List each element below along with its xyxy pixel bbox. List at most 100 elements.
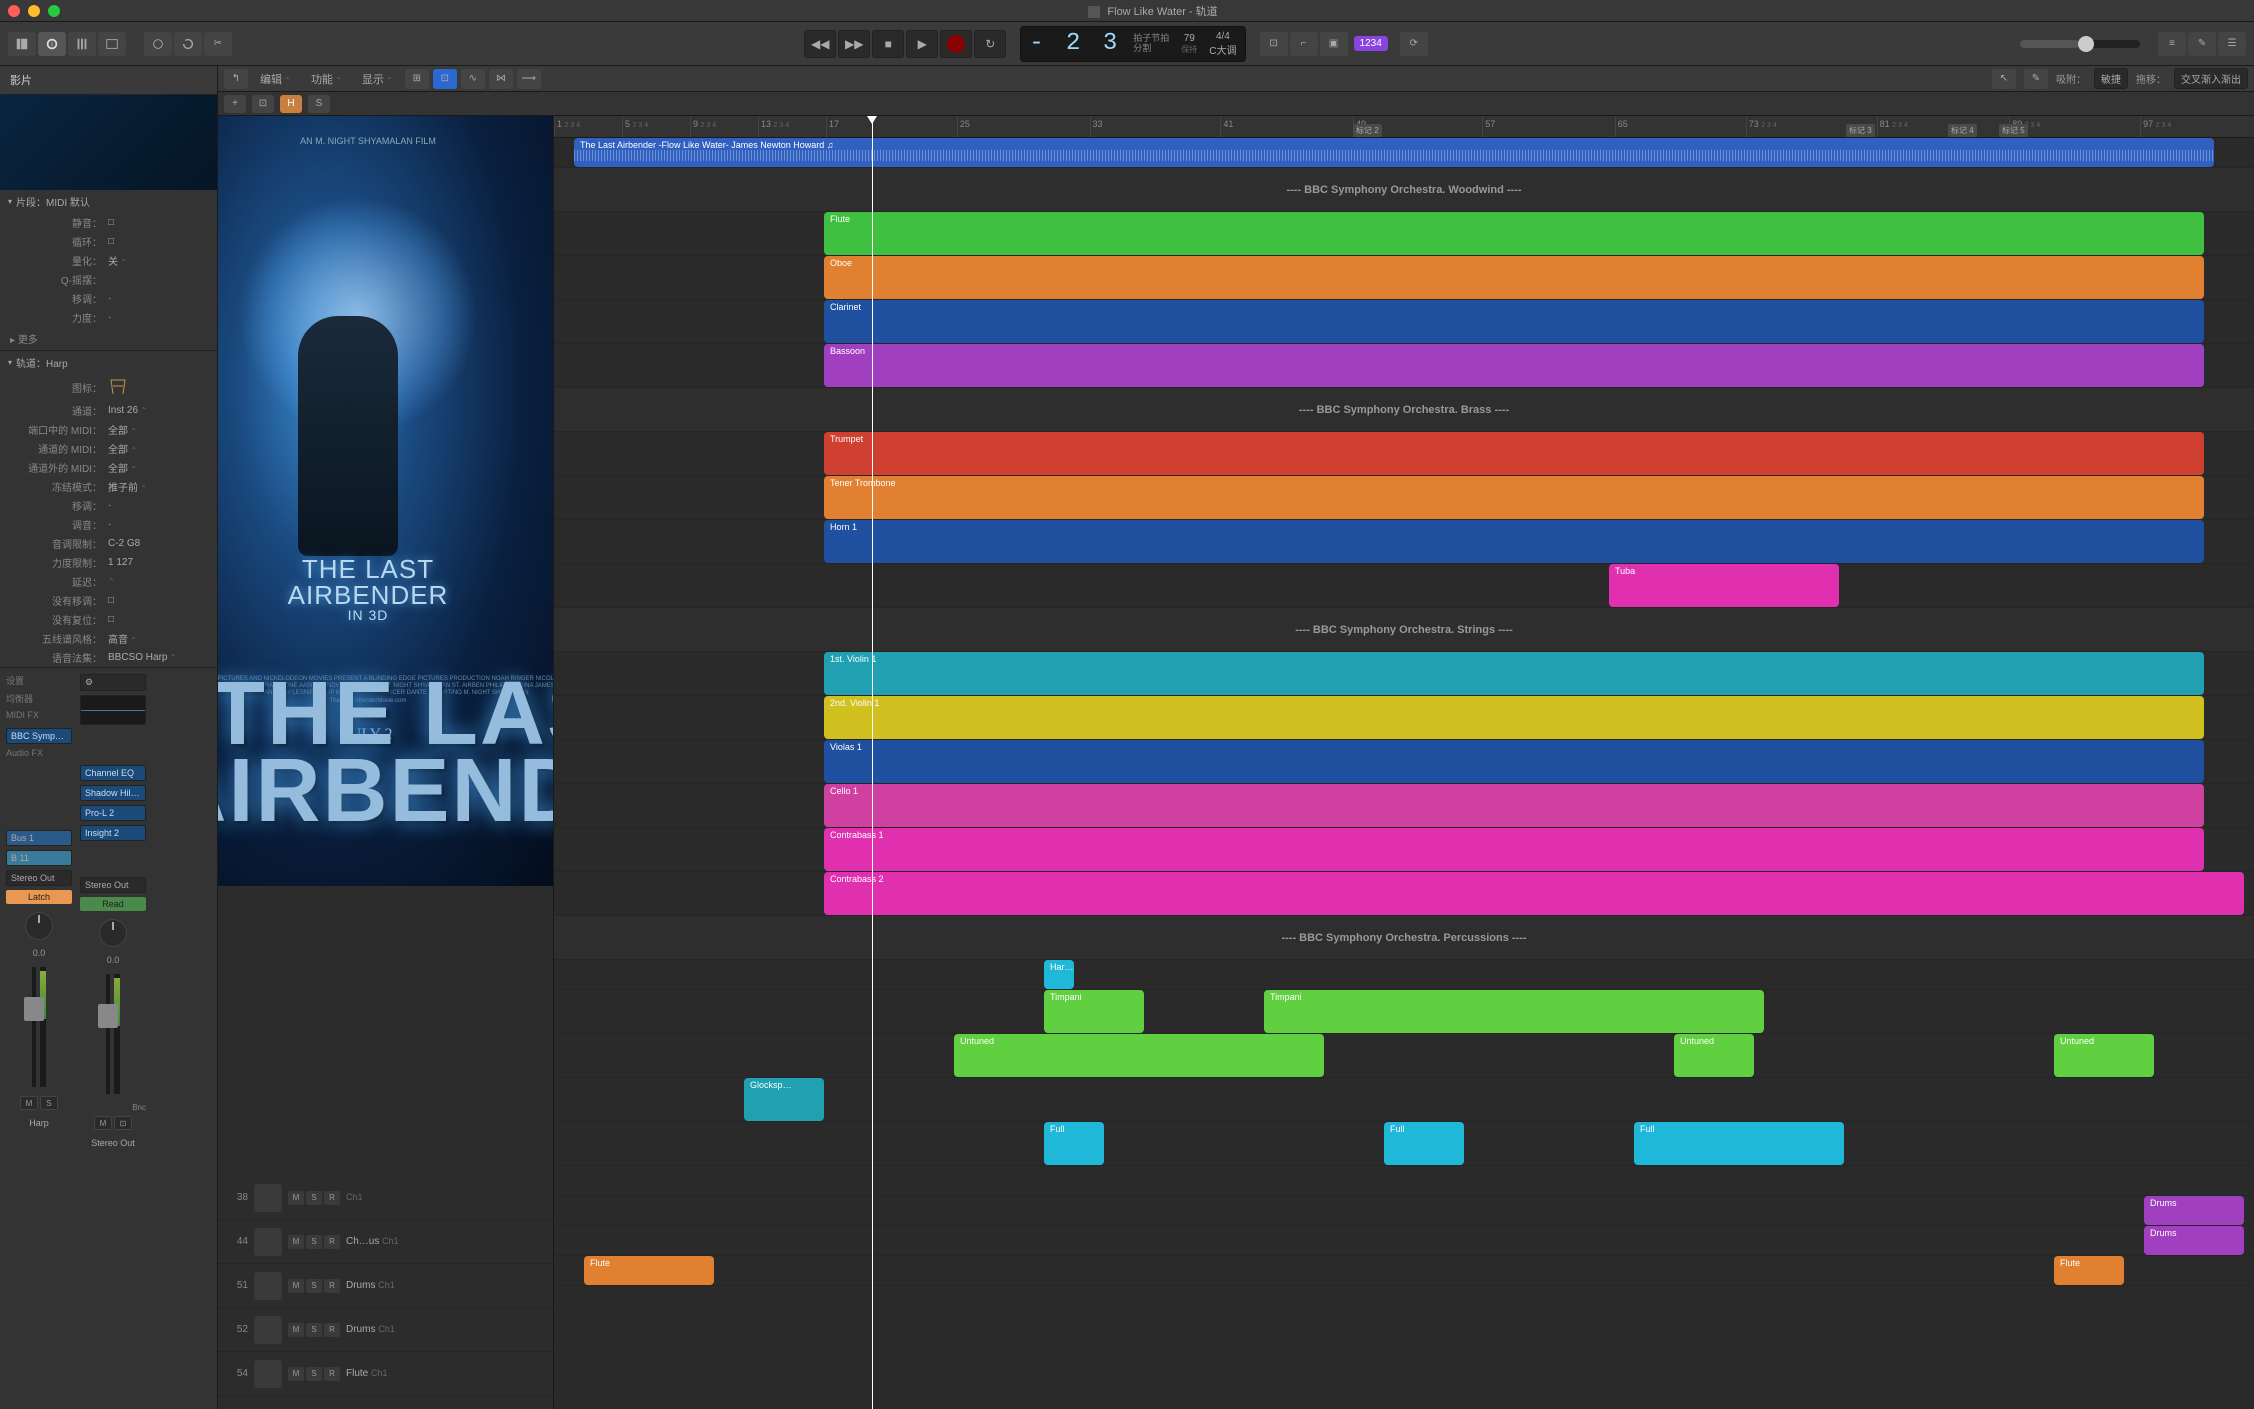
region[interactable]: Untuned [2054,1034,2154,1077]
cycle-button[interactable]: ↻ [974,30,1006,58]
region-row[interactable]: ---- BBC Symphony Orchestra. Woodwind --… [554,168,2254,212]
eq-display[interactable] [80,695,146,725]
maximize-window-button[interactable] [48,5,60,17]
track-record[interactable]: R [324,1191,340,1205]
region-mute-toggle[interactable]: □ [108,217,209,228]
forward-button[interactable]: ▶▶ [838,30,870,58]
track-icon[interactable] [254,1360,282,1388]
track-record[interactable]: R [324,1323,340,1337]
region-row[interactable]: Violas 1 [554,740,2254,784]
tempo-value[interactable]: 79 [1184,33,1195,44]
list-view-button[interactable]: ⊡ [433,69,457,89]
track-name[interactable]: Drums Ch1 [346,1280,547,1291]
track-mute[interactable]: M [288,1323,304,1337]
automation-read[interactable]: Read [80,897,146,911]
functions-menu[interactable]: 功能 [303,71,350,87]
snap-select[interactable]: 敏捷 [2094,68,2128,89]
track-solo[interactable]: S [306,1191,322,1205]
scissors-button[interactable]: ✂ [204,32,232,56]
add-track-button[interactable]: + [224,95,246,113]
region[interactable]: Flute [2054,1256,2124,1285]
volume-fader[interactable] [32,967,36,1087]
browser-button[interactable]: ☰ [2218,32,2246,56]
region[interactable]: Full [1634,1122,1844,1165]
region[interactable]: Drums [2144,1196,2244,1225]
region[interactable]: Contrabass 2 [824,872,2244,915]
arrange-area[interactable]: 1 2 3 45 2 3 49 2 3 413 2 3 417253341495… [554,116,2254,1409]
region-row[interactable]: FullFullFull [554,1122,2254,1166]
library-button[interactable] [8,32,36,56]
pan-knob[interactable] [25,912,53,940]
region-row[interactable]: 1st. Violin 1 [554,652,2254,696]
region-row[interactable]: Trumpet [554,432,2254,476]
notes-button[interactable]: ✎ [2188,32,2216,56]
channel-select[interactable]: Inst 26 [108,405,209,416]
region-row[interactable]: Horn 1 [554,520,2254,564]
stop-button[interactable]: ■ [872,30,904,58]
track-name[interactable]: Ch…us Ch1 [346,1236,547,1247]
track-name[interactable]: Drums Ch1 [346,1324,547,1335]
region[interactable]: Flute [824,212,2204,255]
playhead[interactable] [872,116,873,1409]
region[interactable]: Clarinet [824,300,2204,343]
edit-menu[interactable]: 编辑 [252,71,299,87]
region[interactable]: Timpani [1044,990,1144,1033]
marker[interactable]: 标记 5 [1999,124,2028,137]
region-row[interactable]: Oboe [554,256,2254,300]
volume-fader-2[interactable] [106,974,110,1094]
movie-header[interactable]: 影片 [0,66,217,95]
track-icon[interactable] [254,1272,282,1300]
hide-button[interactable]: H [280,95,302,113]
marker[interactable]: 标记 2 [1353,124,1382,137]
region-row[interactable]: Bassoon [554,344,2254,388]
track-record[interactable]: R [324,1367,340,1381]
region[interactable]: Untuned [954,1034,1324,1077]
region[interactable]: Violas 1 [824,740,2204,783]
track-header[interactable]: 44MSRCh…us Ch1 [218,1220,553,1264]
loops-button[interactable] [174,32,202,56]
track-mute[interactable]: M [288,1367,304,1381]
catch-button[interactable]: ⟶ [517,69,541,89]
back-button[interactable]: ↰ [224,69,248,89]
time-signature[interactable]: 4/4 [1216,31,1230,42]
playhead-position[interactable]: - 2 3 [1029,30,1121,57]
track-mute[interactable]: M [288,1191,304,1205]
duplicate-track-button[interactable]: ⊡ [252,95,274,113]
track-name[interactable]: Flute Ch1 [346,1368,547,1379]
track-solo[interactable]: S [306,1279,322,1293]
send-b11[interactable]: B 11 [6,850,72,866]
region[interactable]: Full [1384,1122,1464,1165]
output-slot[interactable]: Stereo Out [6,870,72,886]
record-button[interactable] [940,30,972,58]
region[interactable]: 1st. Violin 1 [824,652,2204,695]
count-in-button[interactable]: ▣ [1320,32,1348,56]
track-section-toggle[interactable]: 轨道：Harp [0,351,217,374]
track-record[interactable]: R [324,1279,340,1293]
region-row[interactable]: Flute Flute [554,1256,2254,1286]
plugin-shadowhills[interactable]: Shadow Hil… [80,785,146,801]
region[interactable]: The Last Airbender -Flow Like Water- Jam… [574,138,2214,167]
key-signature[interactable]: C大调 [1209,42,1236,57]
view-menu[interactable]: 显示 [354,71,401,87]
region-row[interactable]: Cello 1 [554,784,2254,828]
tuner-button[interactable]: ⌐ [1290,32,1318,56]
track-header[interactable]: 51MSRDrums Ch1 [218,1264,553,1308]
region-row[interactable]: Glocksp… [554,1078,2254,1122]
track-solo[interactable]: S [306,1235,322,1249]
region[interactable]: Flute [584,1256,714,1285]
region[interactable]: Timpani [1264,990,1764,1033]
region[interactable]: Tuba [1609,564,1839,607]
pan-knob-2[interactable] [99,919,127,947]
track-icon[interactable] [254,1184,282,1212]
region-row[interactable]: Contrabass 1 [554,828,2254,872]
region-row[interactable]: Drums [554,1226,2254,1256]
marker[interactable]: 标记 3 [1846,124,1875,137]
region-row[interactable]: Contrabass 2 [554,872,2254,916]
region-loop-toggle[interactable]: □ [108,236,209,247]
inspector-button[interactable]: i [38,32,66,56]
region[interactable]: Har… [1044,960,1074,989]
video-preview[interactable] [0,95,217,190]
region-row[interactable]: Timpani Timpani [554,990,2254,1034]
track-icon[interactable] [254,1228,282,1256]
track-solo[interactable]: S [306,1323,322,1337]
